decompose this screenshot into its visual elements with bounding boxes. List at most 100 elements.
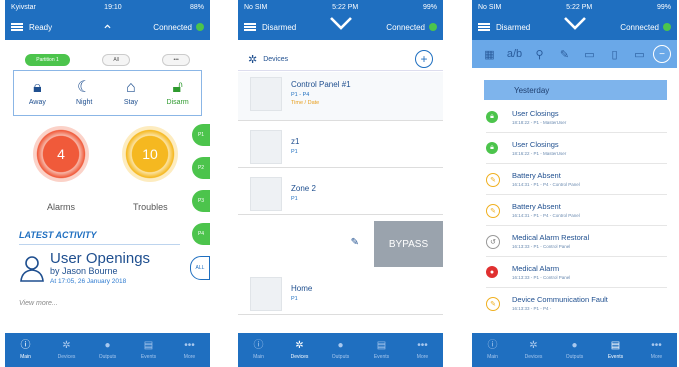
- info-icon: ⓘ: [487, 339, 498, 351]
- arm-modes: 🔒︎ Away ☾ Night ⌂ Stay 🔓︎ Disarm: [13, 70, 202, 116]
- clock: 5:22 PM: [566, 3, 593, 11]
- partition-pill-p2[interactable]: P2: [192, 157, 210, 179]
- partition-pill-all[interactable]: ALL: [190, 256, 210, 280]
- tab-main[interactable]: ⓘ Main: [5, 333, 46, 367]
- stay-button[interactable]: ⌂ Stay: [108, 71, 155, 115]
- tab-more[interactable]: ••• More: [636, 333, 677, 367]
- moon-icon: ☾: [76, 79, 92, 96]
- activity-title: User Openings: [50, 250, 151, 267]
- tab-bar: ⓘ Main ✲ Devices ● Outputs ▤ Events ••• More: [238, 333, 443, 367]
- tab-main[interactable]: ⓘ Main: [238, 333, 279, 367]
- app-header: Disarmed Connected: [472, 14, 677, 40]
- edit-icon[interactable]: ✎: [351, 237, 359, 248]
- connection-status: Connected: [386, 22, 425, 32]
- carrier-label: Kyivstar: [11, 3, 36, 11]
- app-header: Ready ⌃ Connected: [5, 14, 210, 40]
- tab-events[interactable]: ▤ Events: [361, 333, 402, 367]
- list-icon: ▤: [376, 339, 387, 351]
- tab-outputs[interactable]: ● Outputs: [320, 333, 361, 367]
- away-button[interactable]: 🔒︎ Away: [14, 71, 61, 115]
- lock-icon: 🔒︎: [33, 79, 42, 96]
- tools-filter-icon[interactable]: ✎: [553, 48, 576, 61]
- device-row[interactable]: Home P1: [238, 272, 443, 315]
- status-dot-icon: [663, 23, 671, 31]
- tab-events[interactable]: ▤ Events: [128, 333, 169, 367]
- connection-status: Connected: [153, 22, 192, 32]
- tab-more[interactable]: ••• More: [169, 333, 210, 367]
- bulb-icon: ●: [104, 339, 111, 351]
- battery-low-filter-icon[interactable]: ▭: [628, 48, 651, 61]
- alarms-label: Alarms: [47, 202, 76, 212]
- event-row[interactable]: ✎ Device Communication Fault 16:13:33 - …: [472, 291, 677, 319]
- devices-icon: ✲: [62, 339, 71, 351]
- warning-icon: ✎: [486, 173, 500, 187]
- partition-pill-p3[interactable]: P3: [192, 190, 210, 212]
- tab-bar: ⓘ Main ✲ Devices ● Outputs ▤ Events ••• More: [5, 333, 210, 367]
- device-row[interactable]: z1 P1: [238, 125, 443, 168]
- warning-icon: ✎: [486, 297, 500, 311]
- status-dot-icon: [429, 23, 437, 31]
- clock: 5:22 PM: [332, 3, 359, 11]
- partition-selector: Partition 1 All •••: [5, 52, 210, 68]
- more-icon: •••: [417, 339, 428, 351]
- abc-filter-icon[interactable]: a/b: [503, 48, 526, 60]
- device-row[interactable]: Zone 2 P1: [238, 172, 443, 215]
- tab-events[interactable]: ▤ Events: [595, 333, 636, 367]
- event-row[interactable]: ● Medical Alarm 16:13:33 - P1 - Control …: [472, 260, 677, 288]
- view-more-link[interactable]: View more...: [19, 300, 58, 307]
- troubles-counter[interactable]: 10: [122, 126, 178, 182]
- chevron-down-icon[interactable]: [329, 16, 353, 30]
- add-device-button[interactable]: +: [415, 50, 433, 68]
- partition-chip[interactable]: Partition 1: [25, 54, 70, 66]
- tab-outputs[interactable]: ● Outputs: [87, 333, 128, 367]
- event-row[interactable]: ↺ Medical Alarm Restoral 16:13:33 - P1 -…: [472, 229, 677, 257]
- chevron-down-icon[interactable]: [563, 16, 587, 30]
- tab-outputs[interactable]: ● Outputs: [554, 333, 595, 367]
- partition-pill-p4[interactable]: P4: [192, 223, 210, 245]
- lock-icon: 🔒︎: [486, 111, 498, 123]
- tab-devices[interactable]: ✲ Devices: [279, 333, 320, 367]
- status-dot-icon: [196, 23, 204, 31]
- event-row[interactable]: ✎ Battery Absent 16:14:31 - P1 - P4 - Co…: [472, 167, 677, 195]
- battery-filter-icon[interactable]: ▭: [578, 48, 601, 61]
- clock: 19:10: [104, 3, 122, 11]
- status-bar: No SIM 5:22 PM 99%: [472, 0, 677, 14]
- device-filter-icon[interactable]: ▯: [603, 48, 626, 61]
- connection-status: Connected: [620, 22, 659, 32]
- chevron-up-icon[interactable]: ⌃: [102, 22, 114, 39]
- tab-main[interactable]: ⓘ Main: [472, 333, 513, 367]
- event-row[interactable]: 🔒︎ User Closings 18:16:22 - P1 - MasterU…: [472, 136, 677, 164]
- bypass-button[interactable]: BYPASS: [374, 221, 443, 267]
- tab-devices[interactable]: ✲ Devices: [46, 333, 87, 367]
- night-button[interactable]: ☾ Night: [61, 71, 108, 115]
- disarm-button[interactable]: 🔓︎ Disarm: [154, 71, 201, 115]
- device-thumbnail: [250, 177, 282, 211]
- person-filter-icon[interactable]: ⚲: [528, 48, 551, 61]
- all-chip[interactable]: All: [102, 54, 130, 66]
- system-state: Ready: [29, 22, 53, 32]
- day-header: Yesterday: [484, 80, 667, 100]
- collapse-icon[interactable]: −: [653, 45, 671, 63]
- device-thumbnail: [250, 277, 282, 311]
- devices-icon: ✲: [295, 339, 304, 351]
- more-chip[interactable]: •••: [162, 54, 190, 66]
- menu-icon[interactable]: [244, 23, 256, 31]
- menu-icon[interactable]: [478, 23, 490, 31]
- partition-pill-p1[interactable]: P1: [192, 124, 210, 146]
- grid-filter-icon[interactable]: ▦: [478, 48, 501, 61]
- unlock-icon: 🔓︎: [172, 79, 183, 96]
- alarms-counter[interactable]: 4: [33, 126, 89, 182]
- event-filter-toolbar: ▦ a/b ⚲ ✎ ▭ ▯ ▭ −: [472, 40, 677, 68]
- menu-icon[interactable]: [11, 23, 23, 31]
- user-icon: [20, 256, 44, 282]
- list-icon: ▤: [610, 339, 621, 351]
- device-row[interactable]: Control Panel #1 P1 - P4 Time / Date: [238, 72, 443, 121]
- tab-devices[interactable]: ✲ Devices: [513, 333, 554, 367]
- carrier-label: No SIM: [244, 3, 268, 11]
- troubles-label: Troubles: [133, 202, 168, 212]
- event-row[interactable]: 🔒︎ User Closings 18:18:22 - P1 - MasterU…: [472, 105, 677, 133]
- more-icon: •••: [651, 339, 662, 351]
- tab-more[interactable]: ••• More: [402, 333, 443, 367]
- device-thumbnail: [250, 130, 282, 164]
- event-row[interactable]: ✎ Battery Absent 16:14:31 - P1 - P4 - Co…: [472, 198, 677, 226]
